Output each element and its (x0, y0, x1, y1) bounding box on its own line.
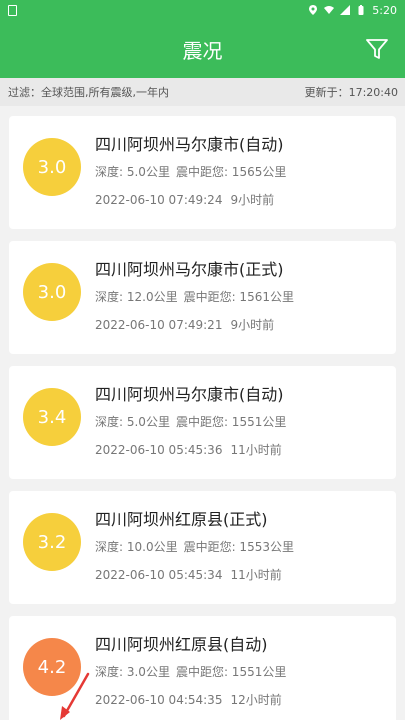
quake-datetime: 2022-06-10 07:49:21 (95, 318, 223, 332)
filter-text[interactable]: 过滤：全球范围,所有震级,一年内 (8, 84, 169, 100)
magnitude-badge: 3.0 (23, 138, 81, 196)
quake-depth: 深度: 5.0公里 (95, 415, 170, 429)
status-right: 5:20 (308, 4, 397, 17)
quake-time: 2022-06-10 05:45:34 11小时前 (95, 568, 388, 582)
quake-datetime: 2022-06-10 05:45:36 (95, 443, 223, 457)
quake-location: 四川阿坝州马尔康市(自动) (95, 385, 284, 404)
quake-distance: 震中距您: 1561公里 (183, 290, 294, 304)
quake-distance: 震中距您: 1551公里 (175, 415, 287, 429)
quake-ago: 9小时前 (230, 193, 275, 207)
status-left (8, 4, 17, 16)
filter-bar[interactable]: 过滤：全球范围,所有震级,一年内 更新于：17:20:40 (0, 78, 405, 106)
quake-location: 四川阿坝州马尔康市(自动) (95, 135, 284, 154)
quake-card[interactable]: 3.2 四川阿坝州红原县(正式) 深度: 10.0公里 震中距您: 1553公里 … (9, 491, 396, 604)
quake-list: 3.0 四川阿坝州马尔康市(自动) 深度: 5.0公里 震中距您: 1565公里 … (0, 106, 405, 720)
wifi-icon (324, 6, 335, 14)
quake-location: 四川阿坝州红原县(自动) (95, 635, 268, 654)
status-bar: 5:20 (0, 0, 405, 20)
quake-card[interactable]: 3.0 四川阿坝州马尔康市(正式) 深度: 12.0公里 震中距您: 1561公里… (9, 241, 396, 354)
quake-depth: 深度: 5.0公里 (95, 165, 170, 179)
quake-detail: 深度: 5.0公里 震中距您: 1565公里 (95, 165, 388, 179)
quake-card[interactable]: 3.4 四川阿坝州马尔康市(自动) 深度: 5.0公里 震中距您: 1551公里 … (9, 366, 396, 479)
quake-detail: 深度: 10.0公里 震中距您: 1553公里 (95, 540, 388, 554)
page-title: 震况 (182, 38, 223, 63)
updated-time: 更新于：17:20:40 (304, 86, 398, 99)
quake-location: 四川阿坝州马尔康市(正式) (95, 260, 284, 279)
magnitude-badge: 3.0 (23, 263, 81, 321)
quake-ago: 12小时前 (230, 693, 282, 707)
quake-time: 2022-06-10 05:45:36 11小时前 (95, 443, 388, 457)
quake-time: 2022-06-10 07:49:24 9小时前 (95, 193, 388, 207)
quake-info: 四川阿坝州马尔康市(自动) 深度: 5.0公里 震中距您: 1565公里 2022… (95, 134, 388, 207)
quake-ago: 9小时前 (230, 318, 275, 332)
quake-card[interactable]: 4.2 四川阿坝州红原县(自动) 深度: 3.0公里 震中距您: 1551公里 2… (9, 616, 396, 720)
magnitude-badge: 3.2 (23, 513, 81, 571)
quake-distance: 震中距您: 1565公里 (175, 165, 287, 179)
quake-datetime: 2022-06-10 05:45:34 (95, 568, 223, 582)
quake-depth: 深度: 12.0公里 (95, 290, 178, 304)
quake-depth: 深度: 10.0公里 (95, 540, 178, 554)
quake-ago: 11小时前 (230, 568, 282, 582)
filter-icon[interactable] (365, 37, 389, 61)
quake-distance: 震中距您: 1553公里 (183, 540, 294, 554)
quake-datetime: 2022-06-10 04:54:35 (95, 693, 223, 707)
battery-icon (358, 5, 364, 15)
app-bar: 震况 (0, 20, 405, 78)
magnitude-badge: 3.4 (23, 388, 81, 446)
quake-info: 四川阿坝州马尔康市(正式) 深度: 12.0公里 震中距您: 1561公里 202… (95, 259, 388, 332)
quake-detail: 深度: 12.0公里 震中距您: 1561公里 (95, 290, 388, 304)
quake-info: 四川阿坝州马尔康市(自动) 深度: 5.0公里 震中距您: 1551公里 2022… (95, 384, 388, 457)
status-time: 5:20 (372, 3, 397, 17)
quake-info: 四川阿坝州红原县(正式) 深度: 10.0公里 震中距您: 1553公里 2022… (95, 509, 388, 582)
quake-datetime: 2022-06-10 07:49:24 (95, 193, 223, 207)
quake-info: 四川阿坝州红原县(自动) 深度: 3.0公里 震中距您: 1551公里 2022-… (95, 634, 388, 707)
magnitude-badge: 4.2 (23, 638, 81, 696)
quake-distance: 震中距您: 1551公里 (175, 665, 287, 679)
app-notification-icon (8, 4, 17, 16)
quake-detail: 深度: 3.0公里 震中距您: 1551公里 (95, 665, 388, 679)
quake-ago: 11小时前 (230, 443, 282, 457)
quake-detail: 深度: 5.0公里 震中距您: 1551公里 (95, 415, 388, 429)
quake-time: 2022-06-10 04:54:35 12小时前 (95, 693, 388, 707)
signal-icon (340, 5, 351, 15)
quake-card[interactable]: 3.0 四川阿坝州马尔康市(自动) 深度: 5.0公里 震中距您: 1565公里 … (9, 116, 396, 229)
location-icon (309, 5, 318, 15)
quake-depth: 深度: 3.0公里 (95, 665, 170, 679)
quake-time: 2022-06-10 07:49:21 9小时前 (95, 318, 388, 332)
quake-location: 四川阿坝州红原县(正式) (95, 510, 268, 529)
